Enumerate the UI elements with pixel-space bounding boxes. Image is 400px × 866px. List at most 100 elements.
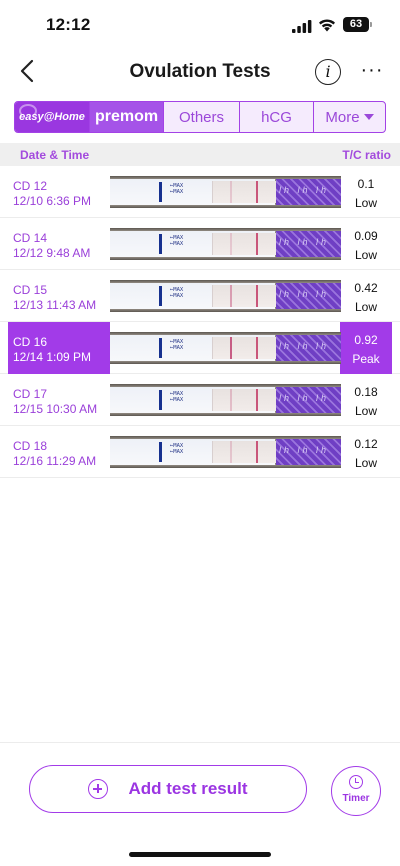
strip-max-label: ←MAX ←MAX [170, 443, 184, 455]
strip-result-window [212, 389, 276, 411]
test-strip-image: ←MAX ←MAX lh lh lh [110, 384, 341, 416]
info-icon[interactable]: i [315, 59, 341, 85]
status-bar: 12:12 63 [0, 0, 400, 50]
chevron-down-icon [363, 114, 374, 120]
tab-premom-label: premom [94, 108, 159, 125]
add-test-result-button[interactable]: Add test result [29, 765, 307, 813]
row-highlight-right [340, 218, 392, 270]
brand-tabs: easy@Home premom Others hCG More [14, 101, 386, 133]
signal-icon [292, 20, 312, 33]
date-time-header: Date & Time [20, 148, 90, 162]
plus-icon [88, 779, 109, 799]
tab-hcg-label: hCG [261, 108, 292, 126]
tab-premom[interactable]: premom [90, 102, 164, 132]
strip-control-line [256, 337, 258, 359]
test-strip-image: ←MAX ←MAX lh lh lh [110, 176, 341, 208]
strip-handle-text: lh lh lh [279, 341, 330, 351]
lh-level: Low [354, 196, 377, 210]
strip-max-marker [159, 338, 162, 358]
test-strip-image: ←MAX ←MAX lh lh lh [110, 436, 341, 468]
strip-test-line [230, 337, 232, 359]
strip-test-line [230, 441, 232, 463]
test-datetime: 12/16 11:29 AM [13, 454, 97, 468]
easy-home-logo-icon [19, 104, 37, 118]
strip-max-marker [159, 182, 162, 202]
strip-control-line [256, 233, 258, 255]
test-datetime: 12/14 1:09 PM [13, 350, 92, 364]
strip-result-window [212, 337, 276, 359]
lh-level: Low [354, 300, 377, 314]
strip-max-marker [159, 390, 162, 410]
tab-more[interactable]: More [314, 102, 385, 132]
strip-control-line [256, 181, 258, 203]
row-highlight-right [340, 166, 392, 218]
wifi-icon [319, 19, 335, 32]
battery-tip [370, 22, 372, 27]
test-datetime: 12/10 6:36 PM [13, 194, 92, 208]
table-header: Date & Time T/C ratio [0, 143, 400, 166]
strip-test-line [230, 233, 232, 255]
test-row[interactable]: CD 18 12/16 11:29 AM 0.12 Low ←MAX ←MAX lh lh… [0, 426, 400, 478]
tc-ratio-value: 0.18 [354, 385, 378, 399]
lh-level: Low [354, 248, 377, 262]
more-icon[interactable]: ··· [360, 60, 384, 84]
cycle-day: CD 16 [13, 335, 48, 349]
tc-ratio-value: 0.09 [354, 229, 378, 243]
row-highlight-right [340, 374, 392, 426]
test-row[interactable]: CD 12 12/10 6:36 PM 0.1 Low ←MAX ←MAX lh lh l… [0, 166, 400, 218]
cycle-day: CD 15 [13, 283, 48, 297]
tab-others-label: Others [178, 108, 224, 126]
test-row[interactable]: CD 14 12/12 9:48 AM 0.09 Low ←MAX ←MAX lh lh … [0, 218, 400, 270]
strip-test-line [230, 389, 232, 411]
lh-level: Peak [352, 352, 380, 366]
cycle-day: CD 17 [13, 387, 48, 401]
test-row[interactable]: CD 17 12/15 10:30 AM 0.18 Low ←MAX ←MAX lh lh… [0, 374, 400, 426]
tab-easy-home[interactable]: easy@Home [15, 102, 90, 132]
test-strip-image: ←MAX ←MAX lh lh lh [110, 228, 341, 260]
test-strip-image: ←MAX ←MAX lh lh lh [110, 280, 341, 312]
cycle-day: CD 12 [13, 179, 48, 193]
timer-button[interactable]: Timer [331, 766, 381, 816]
strip-result-window [212, 441, 276, 463]
strip-control-line [256, 285, 258, 307]
strip-test-line [230, 285, 232, 307]
strip-handle-text: lh lh lh [279, 185, 330, 195]
test-row[interactable]: CD 15 12/13 11:43 AM 0.42 Low ←MAX ←MAX lh lh… [0, 270, 400, 322]
strip-control-line [256, 389, 258, 411]
tab-hcg[interactable]: hCG [240, 102, 314, 132]
strip-control-line [256, 441, 258, 463]
status-time: 12:12 [46, 15, 91, 34]
lh-level: Low [354, 456, 377, 470]
strip-handle-text: lh lh lh [279, 237, 330, 247]
home-indicator [129, 852, 271, 857]
tab-others[interactable]: Others [164, 102, 240, 132]
strip-result-window [212, 285, 276, 307]
row-highlight-right [340, 322, 392, 374]
row-highlight-right [340, 270, 392, 322]
strip-result-window [212, 233, 276, 255]
test-row[interactable]: CD 16 12/14 1:09 PM 0.92 Peak ←MAX ←MAX lh lh… [0, 322, 400, 374]
strip-max-label: ←MAX ←MAX [170, 339, 184, 351]
strip-max-marker [159, 286, 162, 306]
strip-max-label: ←MAX ←MAX [170, 287, 184, 299]
strip-handle-text: lh lh lh [279, 445, 330, 455]
test-datetime: 12/15 10:30 AM [13, 402, 98, 416]
strip-max-label: ←MAX ←MAX [170, 235, 184, 247]
tc-ratio-value: 0.1 [357, 177, 375, 191]
cycle-day: CD 14 [13, 231, 48, 245]
tc-ratio-header: T/C ratio [342, 148, 391, 162]
test-strip-image: ←MAX ←MAX lh lh lh [110, 332, 341, 364]
battery-icon: 63 [343, 17, 373, 32]
nav-bar: Ovulation Tests i ··· [0, 50, 400, 94]
test-datetime: 12/13 11:43 AM [13, 298, 97, 312]
timer-label: Timer [342, 793, 370, 804]
strip-result-window [212, 181, 276, 203]
cycle-day: CD 18 [13, 439, 48, 453]
tab-more-label: More [325, 108, 360, 126]
test-datetime: 12/12 9:48 AM [13, 246, 91, 260]
row-highlight-right [340, 426, 392, 478]
strip-max-label: ←MAX ←MAX [170, 391, 184, 403]
clock-icon [349, 775, 363, 789]
battery-level: 63 [343, 17, 369, 32]
tc-ratio-value: 0.42 [354, 281, 378, 295]
